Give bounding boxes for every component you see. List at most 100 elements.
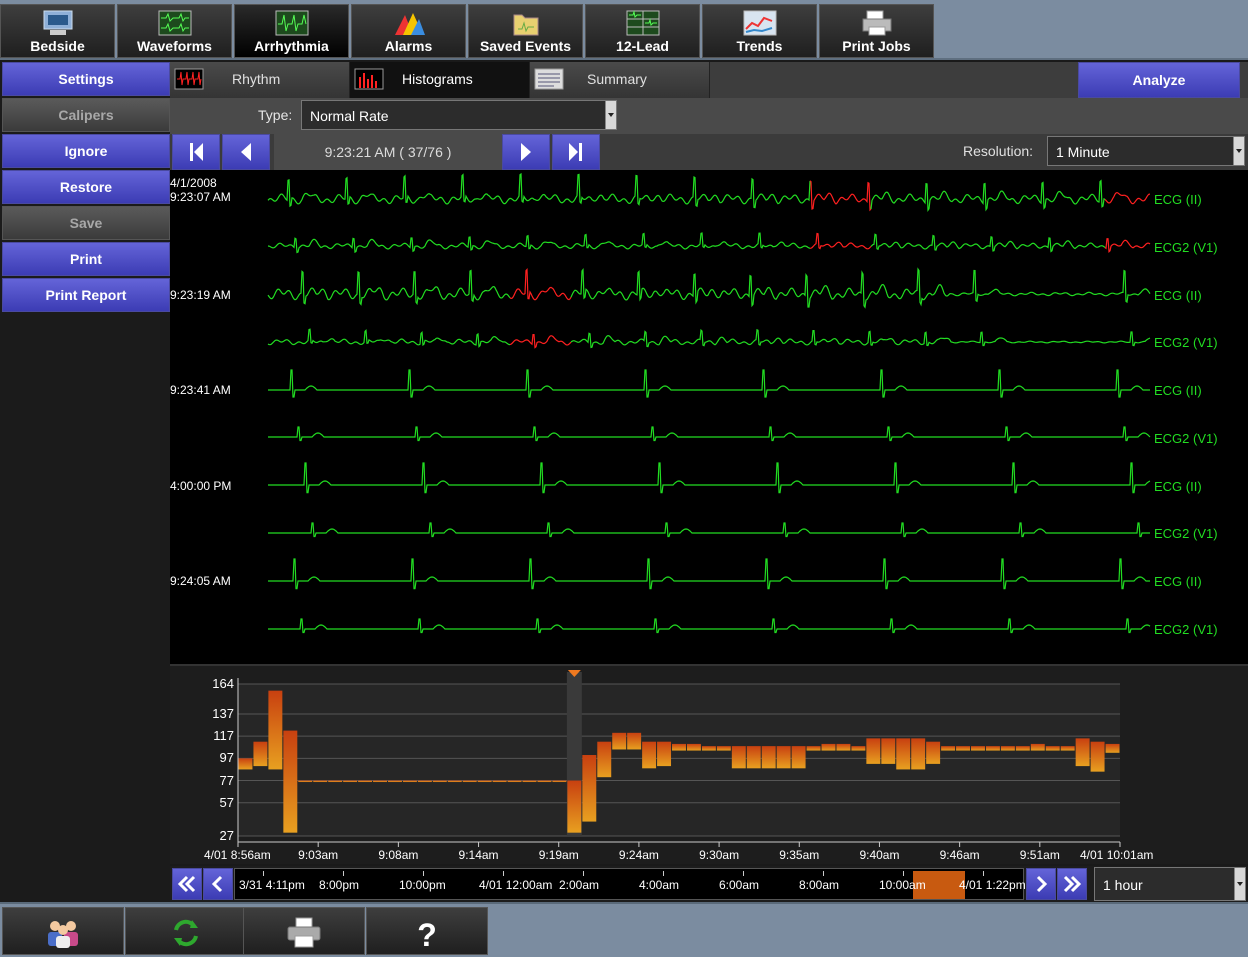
histogram-bar[interactable] — [1000, 746, 1015, 751]
tab-12-lead[interactable]: 12-Lead — [585, 4, 700, 58]
tab-waveforms[interactable]: Waveforms — [117, 4, 232, 58]
range-last-button[interactable] — [1057, 868, 1087, 900]
chevron-down-icon[interactable] — [1234, 868, 1245, 900]
histogram-bar[interactable] — [298, 780, 313, 783]
histogram-bar[interactable] — [343, 780, 358, 783]
ignore-button[interactable]: Ignore — [2, 134, 170, 168]
histogram-bar[interactable] — [522, 780, 537, 783]
histogram-bar[interactable] — [686, 743, 701, 751]
histogram-bar[interactable] — [1090, 741, 1105, 772]
histogram-bar[interactable] — [373, 780, 387, 783]
range-previous-button[interactable] — [203, 868, 233, 900]
tab-histograms[interactable]: Histograms — [350, 62, 530, 98]
histogram-bar[interactable] — [328, 780, 343, 783]
analyze-button[interactable]: Analyze — [1078, 62, 1240, 98]
histogram-bar[interactable] — [507, 780, 522, 783]
range-next-button[interactable] — [1026, 868, 1056, 900]
histogram-bar[interactable] — [313, 780, 328, 783]
tab-print-jobs[interactable]: Print Jobs — [819, 4, 934, 58]
histogram-bar[interactable] — [866, 738, 881, 764]
tab-rhythm[interactable]: Rhythm — [170, 62, 350, 98]
histogram-bar[interactable] — [851, 746, 866, 751]
save-button[interactable]: Save — [2, 206, 170, 240]
histogram-bar[interactable] — [462, 780, 477, 783]
chevron-down-icon[interactable] — [605, 101, 616, 129]
type-dropdown[interactable]: Normal Rate — [301, 100, 617, 130]
histogram-bar[interactable] — [731, 746, 746, 769]
tab-bedside[interactable]: Bedside — [0, 4, 115, 58]
histogram-bar[interactable] — [791, 746, 806, 769]
histogram-bar[interactable] — [358, 780, 373, 783]
first-button[interactable] — [172, 134, 220, 170]
histogram-bar[interactable] — [701, 746, 716, 751]
tab-saved-events[interactable]: Saved Events — [468, 4, 583, 58]
chevron-down-icon[interactable] — [1233, 137, 1244, 165]
histogram-bar[interactable] — [417, 780, 432, 783]
tab-arrhythmia[interactable]: Arrhythmia — [234, 4, 349, 58]
histogram-bar[interactable] — [971, 746, 985, 751]
histogram-bar[interactable] — [1030, 743, 1045, 751]
histogram-bar[interactable] — [956, 746, 971, 751]
histogram-bar[interactable] — [761, 746, 776, 769]
histogram-bar[interactable] — [716, 746, 731, 751]
histogram-bar[interactable] — [926, 741, 941, 764]
print-report-button[interactable]: Print Report — [2, 278, 170, 312]
resolution-dropdown[interactable]: 1 Minute — [1047, 136, 1245, 166]
heart-rate-histogram[interactable]: 164 137 117 97 77 57 27 4/01 8:56am 9:03am 9:08am… — [170, 664, 1248, 864]
histogram-bar[interactable] — [477, 780, 492, 783]
histogram-bar[interactable] — [642, 741, 657, 769]
histogram-bar[interactable] — [597, 741, 612, 778]
histogram-bar[interactable] — [387, 780, 402, 783]
print-all-button[interactable] — [243, 907, 365, 955]
histogram-bar[interactable] — [432, 780, 447, 783]
refresh-button[interactable] — [125, 907, 247, 955]
histogram-bar[interactable] — [402, 780, 417, 783]
settings-button[interactable]: Settings — [2, 62, 170, 96]
last-button[interactable] — [552, 134, 600, 170]
histogram-bar[interactable] — [657, 741, 672, 767]
histogram-bar[interactable] — [1015, 746, 1030, 751]
histogram-bar[interactable] — [612, 732, 627, 750]
histogram-bar[interactable] — [238, 758, 253, 770]
tab-summary[interactable]: Summary — [530, 62, 710, 98]
range-first-button[interactable] — [172, 868, 202, 900]
histogram-bar[interactable] — [492, 780, 507, 783]
histogram-bar[interactable] — [806, 746, 821, 751]
histogram-bar[interactable] — [746, 746, 761, 769]
histogram-bar[interactable] — [1045, 746, 1060, 751]
tab-alarms[interactable]: Alarms — [351, 4, 466, 58]
range-span-dropdown[interactable]: 1 hour — [1094, 867, 1246, 901]
histogram-bar[interactable] — [672, 743, 686, 751]
histogram-bar[interactable] — [567, 780, 582, 833]
histogram-bar[interactable] — [881, 738, 896, 764]
histogram-bar[interactable] — [836, 743, 851, 751]
ecg-trace — [267, 232, 811, 254]
histogram-bar[interactable] — [941, 746, 956, 751]
histogram-bar[interactable] — [1075, 738, 1090, 767]
histogram-bar[interactable] — [896, 738, 911, 770]
histogram-bar[interactable] — [776, 746, 791, 769]
histogram-bar[interactable] — [821, 743, 836, 751]
histogram-bar[interactable] — [283, 730, 298, 833]
histogram-bar[interactable] — [911, 738, 926, 770]
histogram-bar[interactable] — [253, 741, 268, 767]
tab-trends[interactable]: Trends — [702, 4, 817, 58]
patients-button[interactable] — [2, 907, 124, 955]
print-button[interactable]: Print — [2, 242, 170, 276]
next-button[interactable] — [502, 134, 550, 170]
histogram-bar[interactable] — [582, 755, 597, 822]
histogram-bar[interactable] — [552, 780, 567, 783]
histogram-bar[interactable] — [1105, 743, 1120, 753]
histogram-bar[interactable] — [627, 732, 642, 750]
ecg-strip-area[interactable]: 4/1/2008 9:23:07 AM 9:23:19 AM 9:23:41 A… — [170, 170, 1248, 664]
histogram-bar[interactable] — [537, 780, 552, 783]
calipers-button[interactable]: Calipers — [2, 98, 170, 132]
histogram-bar[interactable] — [985, 746, 1000, 751]
restore-button[interactable]: Restore — [2, 170, 170, 204]
histogram-bar[interactable] — [268, 690, 283, 770]
histogram-bar[interactable] — [447, 780, 462, 783]
previous-button[interactable] — [222, 134, 270, 170]
histogram-bar[interactable] — [1060, 746, 1075, 751]
help-button[interactable]: ? — [366, 907, 488, 955]
time-range-track[interactable]: 3/31 4:11pm 8:00pm 10:00pm 4/01 12:00am 2:00… — [234, 868, 1026, 900]
